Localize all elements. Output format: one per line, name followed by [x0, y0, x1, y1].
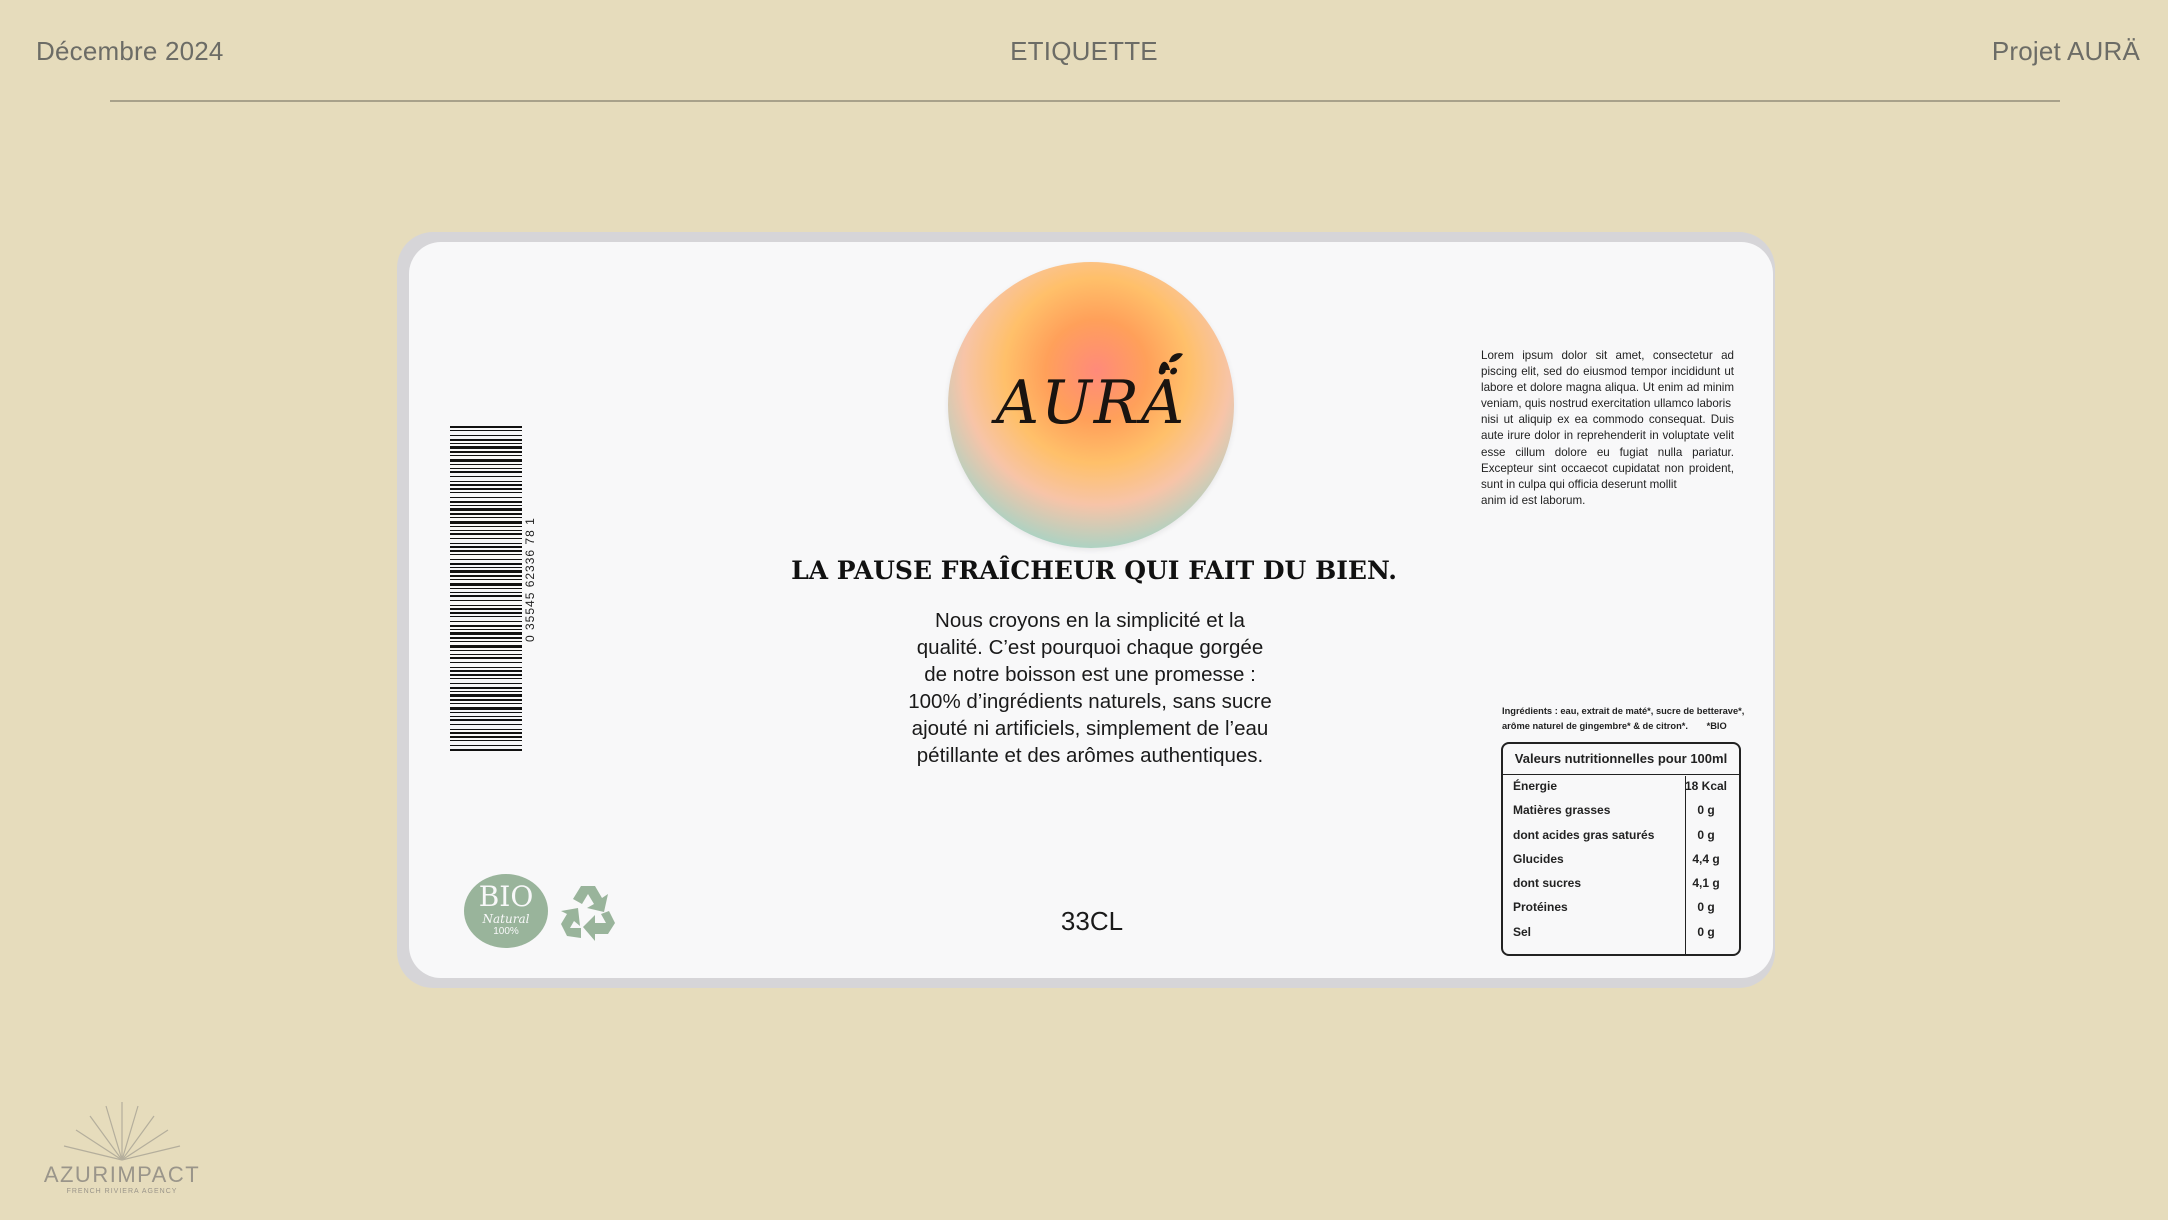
agency-subtitle: FRENCH RIVIERA AGENCY [66, 1188, 178, 1195]
brand-name: AURÄ [995, 368, 1187, 438]
nutrition-value: 0 g [1697, 827, 1715, 842]
ingredients: Ingrédients : eau, extrait de maté*, suc… [1502, 704, 1762, 734]
bio-badge-natural: Natural [482, 912, 530, 926]
nutrition-row: dont acides gras saturés 0 g [1503, 824, 1739, 848]
agency-name: AZURIMPACT [43, 1162, 201, 1187]
nutrition-value: 4,4 g [1692, 851, 1720, 866]
header-divider [110, 100, 2060, 102]
nutrition-value: 0 g [1697, 803, 1715, 818]
nutrition-value: 18 Kcal [1684, 779, 1728, 793]
nutrition-row: dont sucres 4,1 g [1503, 872, 1739, 896]
tagline: LA PAUSE FRAÎCHEUR QUI FAIT DU BIEN. [791, 556, 1397, 585]
nutrition-value: 0 g [1697, 900, 1715, 915]
lorem-paragraph-2: nisi ut aliquip ex ea commodo consequat.… [1481, 413, 1734, 491]
nutrition-name: Énergie [1513, 779, 1558, 793]
nutrition-name: Protéines [1513, 900, 1568, 915]
volume: 33CL [1060, 906, 1124, 936]
nutrition-name: Sel [1513, 924, 1532, 939]
lorem-paragraph-1: Lorem ipsum dolor sit amet, consectetur … [1481, 349, 1734, 411]
bio-note: *BIO [1706, 721, 1727, 731]
nutrition-name: Glucides [1513, 851, 1564, 866]
agency-logo: AZURIMPACT FRENCH RIVIERA AGENCY [36, 1092, 208, 1202]
nutrition-title: Valeurs nutritionnelles pour 100ml [1503, 744, 1739, 775]
header-section-title: ETIQUETTE [1010, 36, 1158, 66]
bio-badge: BIO Natural 100% [464, 874, 548, 948]
nutrition-value: 0 g [1697, 924, 1715, 939]
nutrition-name: dont acides gras saturés [1513, 827, 1655, 842]
nutrition-value: 4,1 g [1692, 876, 1720, 891]
lorem-text: Lorem ipsum dolor sit amet, consectetur … [1481, 348, 1734, 509]
nutrition-row: Sel 0 g [1503, 921, 1739, 945]
nutrition-name: dont sucres [1513, 876, 1582, 891]
nutrition-table: Valeurs nutritionnelles pour 100ml Énerg… [1501, 742, 1741, 956]
nutrition-row: Matières grasses 0 g [1503, 799, 1739, 823]
barcode-number: 0 35545 62336 78 1 [523, 517, 537, 642]
nutrition-row: Énergie 18 Kcal [1503, 775, 1739, 799]
bio-badge-big: BIO [478, 880, 534, 913]
nutrition-name: Matières grasses [1513, 803, 1611, 818]
product-label: 0 35545 62336 78 1 AURÄ LA PAUSE FRAÎCHE… [409, 242, 1773, 978]
brand-logo: AURÄ [948, 262, 1234, 548]
header-project: Projet AURÄ [1991, 36, 2140, 66]
sunburst-icon [63, 1102, 181, 1161]
barcode [450, 426, 522, 751]
nutrition-row: Protéines 0 g [1503, 896, 1739, 920]
nutrition-row: Glucides 4,4 g [1503, 848, 1739, 872]
intro-text: Nous croyons en la simplicité et la qual… [908, 609, 1272, 767]
bio-badge-pct: 100% [493, 926, 519, 937]
recycle-icon [561, 886, 615, 941]
lorem-paragraph-3: anim id est laborum. [1481, 493, 1586, 507]
